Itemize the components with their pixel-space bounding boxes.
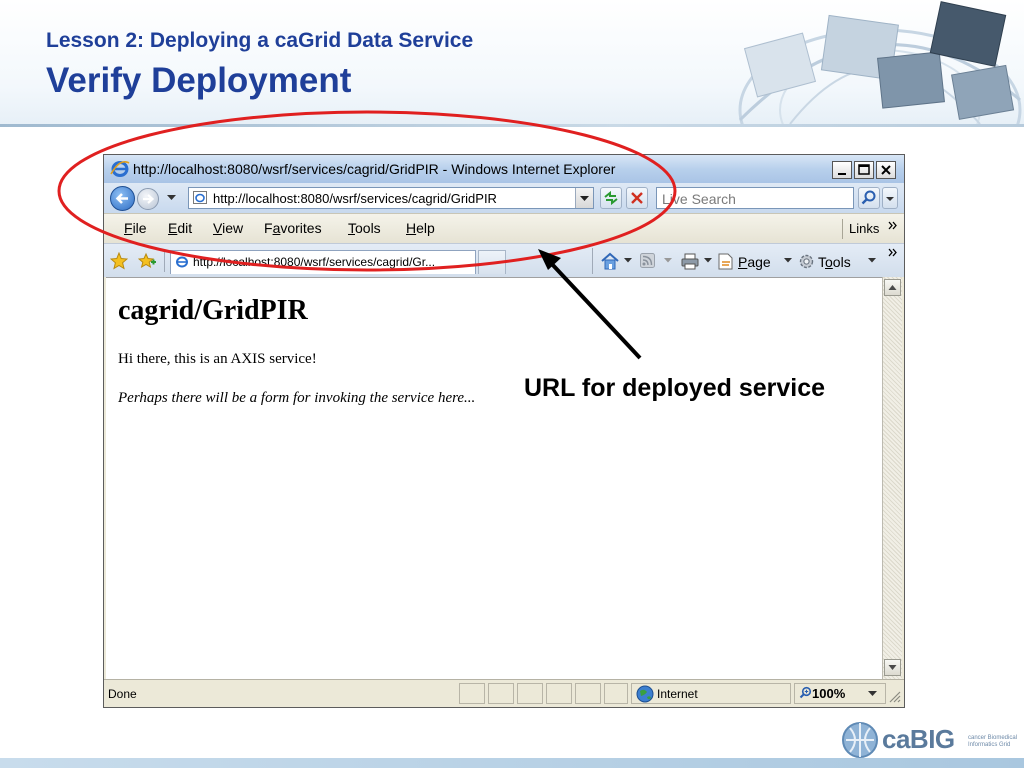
refresh-icon[interactable] [600,187,622,209]
page-dropdown-icon[interactable] [784,258,792,263]
search-icon[interactable] [858,187,880,209]
print-icon[interactable] [680,252,700,270]
add-favorites-icon[interactable] [138,252,156,270]
page-heading: cagrid/GridPIR [118,295,308,326]
new-tab-button[interactable] [478,250,506,274]
rss-icon[interactable] [640,253,656,269]
address-text: http://localhost:8080/wsrf/services/cagr… [213,191,497,206]
logo-text: caBIG [882,724,955,754]
zone-text: Internet [657,687,698,701]
rss-dropdown-icon[interactable] [664,258,672,263]
slide-title: Verify Deployment [46,61,352,100]
search-box[interactable] [656,187,854,209]
navigation-bar: http://localhost:8080/wsrf/services/cagr… [104,183,904,213]
menu-favorites[interactable]: Favorites [264,220,322,236]
chevron-more-icon[interactable] [888,221,898,230]
menu-file[interactable]: File [124,220,147,236]
menu-divider [842,219,843,239]
header-divider [0,124,1024,127]
zoom-dropdown-icon[interactable] [868,691,877,697]
scroll-up-button[interactable] [884,279,901,296]
page-text-line: Hi there, this is an AXIS service! [118,351,317,367]
menu-bar: File Edit View Favorites Tools Help Link… [104,213,904,243]
address-bar[interactable]: http://localhost:8080/wsrf/services/cagr… [188,187,594,209]
address-dropdown-button[interactable] [575,188,593,208]
page-content: cagrid/GridPIR Hi there, this is an AXIS… [106,277,882,680]
stop-icon[interactable] [626,187,648,209]
vertical-scrollbar[interactable] [882,277,902,679]
tools-dropdown-icon[interactable] [868,258,876,263]
forward-arrow-icon[interactable] [137,188,159,210]
close-window-button[interactable] [876,161,896,179]
minimize-button[interactable] [832,161,852,179]
home-icon[interactable] [600,252,620,270]
footer-band [0,758,1024,768]
tab-gridpir[interactable]: http://localhost:8080/wsrf/services/cagr… [170,250,476,274]
page-ie-icon [193,191,207,204]
links-button[interactable]: Links [849,221,879,236]
globe-icon [636,685,654,703]
status-bar: Done Internet 100% [104,679,904,707]
scroll-down-button[interactable] [884,659,901,676]
page-ie-icon [176,256,188,268]
favorites-star-icon[interactable] [110,252,128,270]
ie-logo-icon [110,161,130,177]
back-arrow-icon[interactable] [110,186,135,211]
security-zone[interactable] [631,683,791,704]
menu-view[interactable]: View [213,220,243,236]
logo-tagline: cancer Biomedical Informatics Grid [968,735,1018,748]
search-options-dropdown-icon[interactable] [882,187,898,209]
lesson-title: Lesson 2: Deploying a caGrid Data Servic… [46,29,474,52]
recent-pages-dropdown-icon[interactable] [167,195,176,201]
zoom-icon [799,686,812,699]
home-dropdown-icon[interactable] [624,258,632,263]
window-title: http://localhost:8080/wsrf/services/cagr… [133,161,616,177]
status-text: Done [108,687,137,701]
menu-help[interactable]: Help [406,220,435,236]
page-icon[interactable] [718,253,734,270]
menu-tools[interactable]: Tools [348,220,381,236]
zoom-level: 100% [812,686,846,701]
annotation-label: URL for deployed service [524,374,826,402]
page-menu-button[interactable]: Page [738,254,771,270]
menu-edit[interactable]: Edit [168,220,192,236]
resize-grip-icon[interactable] [888,690,901,703]
tab-title: http://localhost:8080/wsrf/services/cagr… [193,255,436,269]
maximize-button[interactable] [854,161,874,179]
window-titlebar: http://localhost:8080/wsrf/services/cagr… [104,155,904,183]
globe-graphic [738,1,1022,124]
tools-menu-button[interactable]: Tools [818,254,851,270]
chevron-more-icon[interactable] [888,248,898,257]
gear-icon[interactable] [798,253,815,270]
tab-bar: http://localhost:8080/wsrf/services/cagr… [104,243,904,277]
print-dropdown-icon[interactable] [704,258,712,263]
ie-browser-window: http://localhost:8080/wsrf/services/cagr… [103,154,905,708]
search-input[interactable] [660,189,854,209]
page-italic-line: Perhaps there will be a form for invokin… [118,390,476,406]
